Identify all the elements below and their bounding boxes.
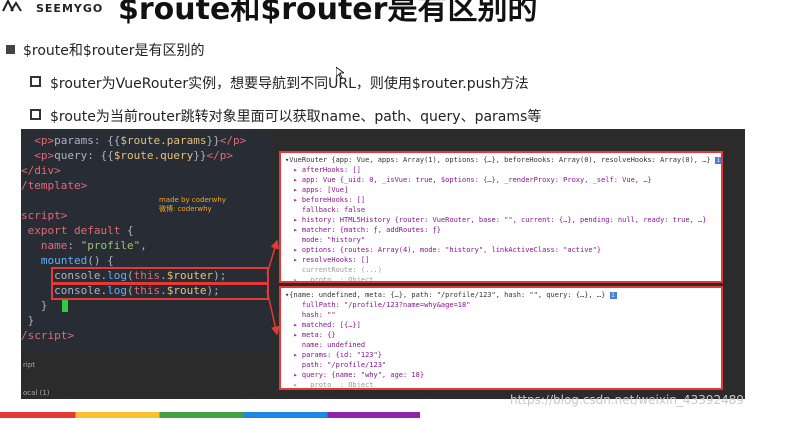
bullet-sub1: $router为VueRouter实例，想要导航到不同URL，则使用$route… <box>30 73 529 93</box>
console-line[interactable]: ▸ app: Vue {_uid: 0, _isVue: true, $opti… <box>285 175 651 185</box>
console-line[interactable]: currentRoute: (...) <box>285 265 382 275</box>
info-icon: i <box>714 157 721 164</box>
route-console-output: ▾{name: undefined, meta: {…}, path: "/pr… <box>279 286 723 390</box>
bullet-sub2: $route为当前router跳转对象里面可以获取name、path、query… <box>30 106 541 126</box>
hollow-square-bullet-icon <box>30 76 41 87</box>
console-line[interactable]: ▸ resolveHooks: [] <box>285 255 369 265</box>
code-line: /script> <box>21 329 74 342</box>
console-line: hash: "" <box>285 311 336 319</box>
hollow-square-bullet-icon <box>30 109 41 120</box>
console-line[interactable]: ▸ meta: {} <box>285 330 335 340</box>
url-watermark: https://blog.csdn.net/weixin_43392489 <box>510 393 745 407</box>
console-line[interactable]: ▸ beforeHooks: [] <box>285 195 365 205</box>
code-line: /template> <box>21 179 88 192</box>
square-bullet-icon <box>6 45 15 54</box>
header-bar: SEEMYGO $route和$router是有区别的 <box>0 0 809 24</box>
bracket-highlight <box>62 298 68 312</box>
console-line: fallback: false <box>285 206 366 214</box>
tree-label: ocal (1) <box>23 389 50 397</box>
console-line[interactable]: ▸ params: {id: "123"} <box>285 350 382 360</box>
code-editor: <p>params: {{$route.params}}</p> <p>quer… <box>21 129 271 369</box>
color-bar <box>0 412 420 418</box>
console-line: fullPath: "/profile/123?name=why&age=18" <box>285 301 471 309</box>
console-line[interactable]: ▸ matched: [{…}] <box>285 320 360 330</box>
screenshot-panel: <p>params: {{$route.params}}</p> <p>quer… <box>21 129 745 399</box>
console-line[interactable]: ▸ __proto__: Object <box>285 275 373 281</box>
bullet-main-text: $route和$router是有区别的 <box>23 43 205 59</box>
bullet-sub1-text: $router为VueRouter实例，想要导航到不同URL，则使用$route… <box>50 76 529 92</box>
console-line[interactable]: ▸ apps: [Vue] <box>285 185 348 195</box>
console-line[interactable]: ▸ __proto__: Object <box>285 380 373 388</box>
console-line: name: undefined <box>285 341 366 349</box>
code-line: <p>params: {{$route.params}}</p> <box>34 134 247 147</box>
watermark-line2: 微博: coderwhy <box>159 205 212 213</box>
logo-text: SEEMYGO <box>36 2 104 15</box>
console-line[interactable]: ▸ history: HTML5History {router: VueRout… <box>285 215 706 225</box>
code-line: } <box>21 314 35 327</box>
bullet-main: $route和$router是有区别的 <box>6 40 205 60</box>
console-line: path: "/profile/123" <box>285 361 387 369</box>
code-line: script> <box>21 209 68 222</box>
console-line[interactable]: ▾VueRouter {app: Vue, apps: Array(1), op… <box>285 155 721 165</box>
info-icon: i <box>609 292 617 299</box>
code-line: </div> <box>21 164 61 177</box>
router-console-output: ▾VueRouter {app: Vue, apps: Array(1), op… <box>279 151 723 283</box>
mouse-cursor-icon <box>336 67 344 79</box>
console-line[interactable]: ▸ options: {routes: Array(4), mode: "his… <box>285 245 601 255</box>
console-line[interactable]: ▾{name: undefined, meta: {…}, path: "/pr… <box>285 290 617 300</box>
code-line: mounted() { <box>40 254 114 267</box>
devtools-sources-pane: ript ocal (1) <box>21 351 271 399</box>
code-line: } <box>21 299 48 312</box>
code-line: <p>query: {{$route.query}}</p> <box>34 149 233 162</box>
console-line: mode: "history" <box>285 236 366 244</box>
console-line[interactable]: ▸ afterHooks: [] <box>285 165 360 175</box>
page-title: $route和$router是有区别的 <box>118 0 538 24</box>
code-line: export default { <box>27 224 134 237</box>
logo-icon <box>2 0 22 12</box>
watermark-line1: made by coderwhy <box>159 196 226 204</box>
route-log-highlight <box>51 282 269 300</box>
console-line[interactable]: ▸ matcher: {match: ƒ, addRoutes: ƒ} <box>285 225 441 235</box>
console-line[interactable]: ▸ query: {name: "why", age: 18} <box>285 370 424 380</box>
tree-label: ript <box>23 361 36 369</box>
code-line: name: "profile", <box>40 239 147 252</box>
bullet-sub2-text: $route为当前router跳转对象里面可以获取name、path、query… <box>50 109 542 125</box>
